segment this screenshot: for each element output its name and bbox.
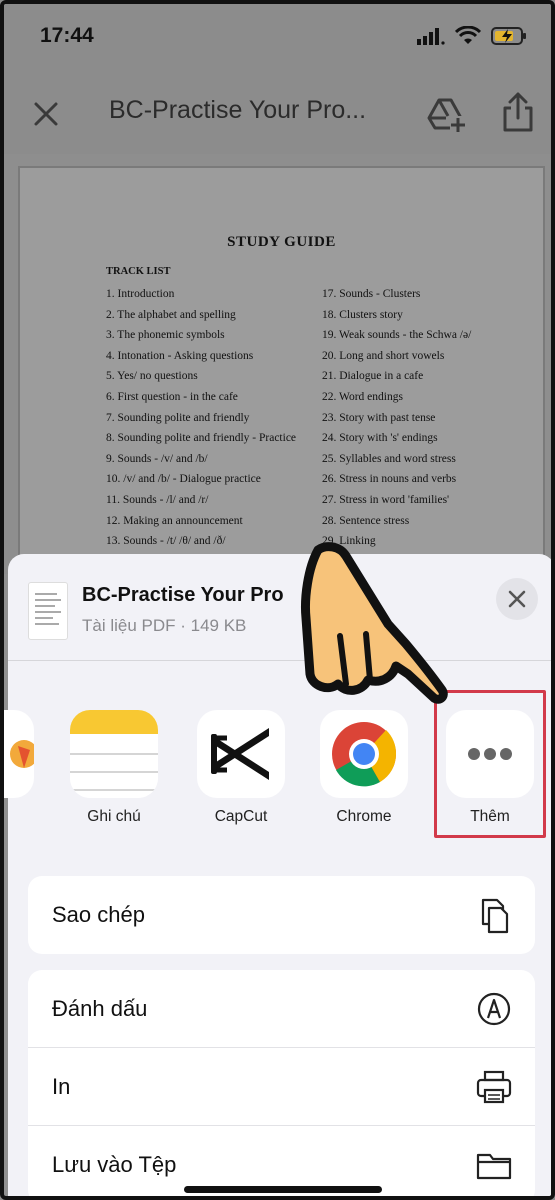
status-time: 17:44 [40,24,94,47]
action-label: In [52,1073,71,1099]
action-label: Lưu vào Tệp [52,1152,177,1177]
track-item: 27. Stress in word 'families' [322,493,450,506]
track-item: 13. Sounds - /t/ /θ/ and /ð/ [106,535,226,548]
share-icon[interactable] [500,90,536,134]
track-item: 12. Making an announcement [106,514,243,527]
share-app-capcut[interactable]: CapCut [191,710,291,826]
action-copy[interactable]: Sao chép [28,876,535,954]
document-viewer[interactable]: STUDY GUIDE TRACK LIST 1. Introduction 2… [4,154,551,586]
track-item: 24. Story with 's' endings [322,432,438,445]
signal-icon [417,28,445,45]
home-indicator [184,1186,382,1193]
track-item: 25. Syllables and word stress [322,452,456,465]
action-group-secondary: Đánh dấu In Lưu vào Tệp [28,970,535,1196]
print-icon [476,1070,512,1104]
track-list-right: 17. Sounds - Clusters 18. Clusters story… [322,284,471,552]
track-item: 21. Dialogue in a cafe [322,370,424,383]
status-bar: 17:44 [4,4,551,74]
track-item: 17. Sounds - Clusters [322,288,421,300]
action-group-primary: Sao chép [28,876,535,954]
track-item: 6. First question - in the cafe [106,390,238,403]
app-label: Ghi chú [87,808,141,825]
chrome-icon [320,710,408,798]
track-item: 8. Sounding polite and friendly - Practi… [106,432,297,445]
track-item: 7. Sounding polite and friendly [106,411,250,424]
track-item: 18. Clusters story [322,308,403,321]
action-label: Sao chép [52,902,145,927]
track-item: 2. The alphabet and spelling [106,308,236,321]
file-thumbnail [28,582,68,640]
document-title: BC-Practise Your Pro... [109,96,367,124]
track-item: 20. Long and short vowels [322,349,445,362]
pointing-hand-icon [301,542,448,704]
app-label: Chrome [336,808,392,825]
track-item: 19. Weak sounds - the Schwa /ə/ [322,329,472,342]
file-meta: Tài liệu PDF · 149 KB [82,616,247,635]
close-icon [508,590,526,608]
track-item: 26. Stress in nouns and verbs [322,473,457,486]
phone-screen: 17:44 BC-Practise Your Pro... STUDY GUID… [0,0,555,1200]
folder-icon [476,1153,512,1180]
share-app-notes[interactable]: Ghi chú [64,710,164,826]
track-item: 10. /v/ and /b/ - Dialogue practice [106,473,261,486]
action-label: Đánh dấu [52,995,148,1021]
track-item: 9. Sounds - /v/ and /b/ [106,452,208,465]
markup-icon [477,992,511,1026]
app-label: CapCut [214,808,268,825]
track-item: 11. Sounds - /l/ and /r/ [106,493,209,506]
track-item: 22. Word endings [322,390,403,403]
capcut-icon [197,710,285,798]
track-item: 28. Sentence stress [322,514,410,527]
app-header: BC-Practise Your Pro... [4,74,551,154]
share-sheet: BC-Practise Your Pro Tài liệu PDF · 149 … [4,554,551,1196]
close-sheet-button[interactable] [496,578,538,620]
copy-icon [481,898,509,934]
track-item: 1. Introduction [106,288,175,300]
wifi-icon [455,26,481,44]
pdf-subheading: TRACK LIST [106,266,171,277]
track-list-left: 1. Introduction 2. The alphabet and spel… [106,284,296,552]
share-app-partial[interactable] [4,710,40,798]
pdf-heading: STUDY GUIDE [227,234,336,250]
action-markup[interactable]: Đánh dấu [28,970,535,1048]
action-print[interactable]: In [28,1048,535,1126]
track-item: 5. Yes/ no questions [106,370,198,383]
track-item: 3. The phonemic symbols [106,329,225,342]
divider [8,660,551,661]
add-to-drive-icon[interactable] [426,94,466,134]
status-icons [417,26,527,46]
app-partial-icon [4,710,34,798]
track-item: 4. Intonation - Asking questions [106,349,254,362]
pdf-page: STUDY GUIDE TRACK LIST 1. Introduction 2… [18,166,545,586]
track-item: 23. Story with past tense [322,411,436,424]
share-app-chrome[interactable]: Chrome [314,710,414,826]
battery-charging-icon [491,27,526,45]
close-icon[interactable] [28,96,64,132]
notes-icon [70,710,158,798]
file-name: BC-Practise Your Pro [82,584,284,606]
